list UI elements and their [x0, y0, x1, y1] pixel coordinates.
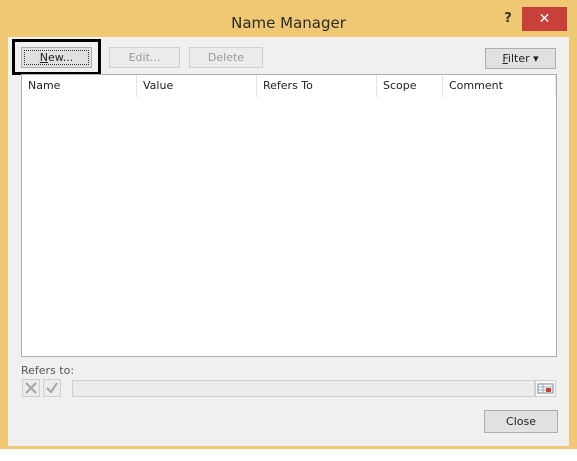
range-select-icon[interactable] — [535, 380, 556, 397]
name-manager-window: Name Manager ? ✕ New... Edit... Delete F… — [0, 0, 577, 449]
names-list[interactable]: Name Value Refers To Scope Comment — [21, 74, 557, 357]
chevron-down-icon: ▾ — [533, 52, 539, 65]
refers-to-input[interactable] — [72, 380, 535, 397]
refers-to-label: Refers to: — [21, 364, 75, 377]
column-header-value[interactable]: Value — [137, 75, 257, 97]
title-bar[interactable]: Name Manager ? ✕ — [0, 0, 577, 36]
close-button[interactable]: Close — [484, 410, 558, 433]
focus-rect — [24, 50, 89, 65]
filter-button[interactable]: Filter ▾ — [485, 48, 556, 69]
column-header-scope[interactable]: Scope — [377, 75, 443, 97]
window-close-button[interactable]: ✕ — [522, 7, 567, 31]
list-header: Name Value Refers To Scope Comment — [22, 75, 556, 97]
filter-button-label: ilter — [507, 52, 530, 65]
delete-button[interactable]: Delete — [189, 47, 263, 68]
new-button[interactable]: New... — [21, 47, 92, 68]
column-header-comment[interactable]: Comment — [443, 75, 556, 97]
dialog-client-area: New... Edit... Delete Filter ▾ Name Valu… — [8, 37, 569, 446]
column-header-refers-to[interactable]: Refers To — [257, 75, 377, 97]
window-title: Name Manager — [231, 14, 346, 32]
help-button[interactable]: ? — [497, 8, 519, 30]
column-header-name[interactable]: Name — [22, 75, 137, 97]
checkmark-icon[interactable] — [43, 379, 61, 397]
cancel-x-icon[interactable] — [22, 379, 40, 397]
edit-button[interactable]: Edit... — [109, 47, 180, 68]
